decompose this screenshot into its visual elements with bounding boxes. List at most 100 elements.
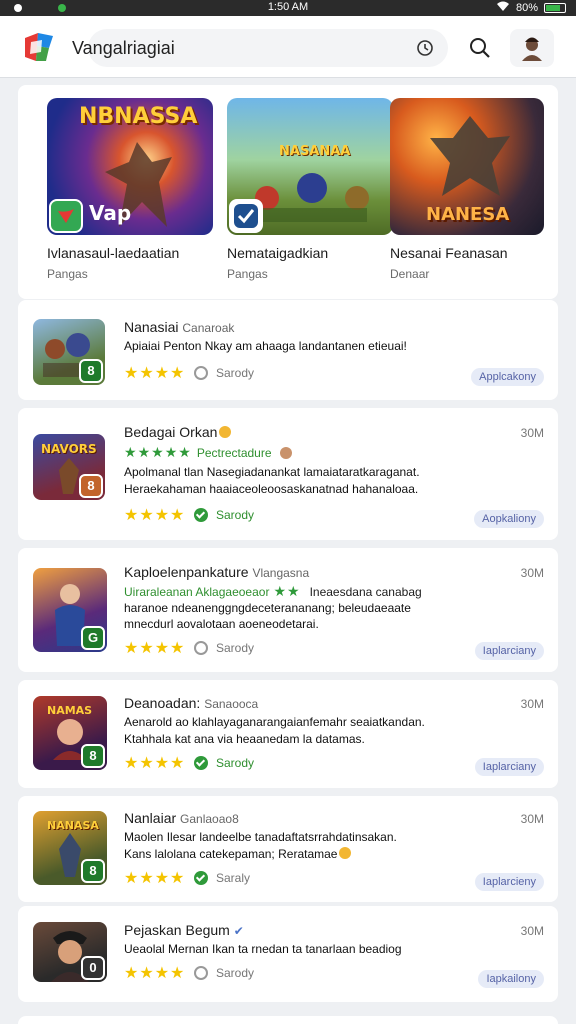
featured-card[interactable]: NANESA Nesanai Feanasan Denaar xyxy=(390,98,544,281)
category-chip[interactable]: Iapkailony xyxy=(478,970,544,988)
featured-thumb-title: NASANAA xyxy=(279,144,351,159)
rating-stars: ★ ★ ★ ★ xyxy=(124,640,185,657)
featured-card[interactable]: NBNASSA Vap Ivlanasaul-laedaatian Pangas xyxy=(47,98,213,281)
app-thumbnail[interactable]: 8 xyxy=(33,319,105,385)
app-badge-icon xyxy=(49,199,83,233)
app-title: Deanoadan: Sanaooca xyxy=(124,695,258,711)
emoji-icon xyxy=(279,446,292,459)
app-name: Kaploelenpankature xyxy=(124,564,249,580)
app-thumb-title: NANASA xyxy=(47,819,99,832)
subtitle-row: ★ ★ ★ ★ ★ Pectrectadure xyxy=(124,444,292,461)
featured-title: Ivlanasaul-laedaatian xyxy=(47,245,180,261)
wifi-icon xyxy=(496,1,510,15)
featured-card[interactable]: NASANAA Nemataigadkian Pangas xyxy=(227,98,393,281)
status-label: Sarody xyxy=(216,966,255,980)
status-label: Saraly xyxy=(216,871,251,885)
featured-subtitle: Denaar xyxy=(390,267,430,281)
category-chip[interactable]: Applcakony xyxy=(471,368,544,386)
list-item[interactable]: NANASA 8 Nanlaiar Ganlaoao8 30M Maolen I… xyxy=(18,796,558,902)
app-size: 30M xyxy=(520,566,544,580)
app-badge: 8 xyxy=(81,859,105,883)
app-thumbnail[interactable]: NAMAS 8 xyxy=(33,696,107,770)
app-badge: G xyxy=(81,626,105,650)
app-size: 30M xyxy=(520,697,544,711)
app-title: Pejaskan Begum ✔ xyxy=(124,922,244,938)
status-time: 1:50 AM xyxy=(267,1,309,13)
status-circle-icon xyxy=(194,966,208,980)
subtitle-row: Uiraraleanan Aklagaeoeaor ★ ★ Ineaesdana … xyxy=(124,583,422,600)
rating-stars: ★ ★ ★ ★ xyxy=(124,365,185,382)
category-chip[interactable]: Aopkaliony xyxy=(474,510,544,528)
featured-thumbnail[interactable]: NANESA xyxy=(390,98,544,235)
app-name: Bedagai Orkan xyxy=(124,424,218,440)
app-logo-icon[interactable] xyxy=(22,30,56,64)
list-item[interactable]: 0 Pejaskan Begum ✔ 30M Ueaolal Mernan Ik… xyxy=(18,906,558,1002)
featured-overlay-text: Vap xyxy=(89,201,132,225)
featured-title: Nemataigadkian xyxy=(227,245,329,261)
app-title: Kaploelenpankature Vlangasna xyxy=(124,564,309,580)
battery-icon xyxy=(544,3,566,13)
featured-subtitle: Pangas xyxy=(47,267,88,281)
app-bar: Vangalriagiai xyxy=(0,16,576,78)
history-icon[interactable] xyxy=(416,39,434,57)
app-tagline: Pectrectadure xyxy=(196,445,272,460)
app-badge: 8 xyxy=(79,474,103,498)
app-name: Nanlaiar xyxy=(124,810,177,826)
app-thumbnail[interactable]: 0 xyxy=(33,922,107,982)
app-size: 30M xyxy=(520,924,544,938)
search-input[interactable]: Vangalriagiai xyxy=(72,38,175,59)
app-title: Nanasiai Canaroak xyxy=(124,319,234,335)
emoji-icon xyxy=(219,426,232,438)
app-badge: 0 xyxy=(81,956,105,980)
rating-stars: ★ ★ ★ ★ xyxy=(124,870,185,887)
app-size: 30M xyxy=(520,426,544,440)
featured-title: Nesanai Feanasan xyxy=(390,245,508,261)
app-name: Deanoadan: xyxy=(124,695,201,711)
rating-stars: ★ ★ xyxy=(273,583,300,599)
category-chip[interactable]: Iaplarciany xyxy=(474,642,544,660)
emoji-icon xyxy=(339,847,352,859)
app-description: Kans lalolana catekepaman; Reratamae xyxy=(124,846,472,862)
status-label: Sarody xyxy=(216,508,255,522)
app-description: Ineaesdana canabag xyxy=(309,584,422,599)
category-chip[interactable]: Iaplarcieny xyxy=(474,873,544,891)
app-description: Apolmanal tlan Nasegiadanankat lamaiatar… xyxy=(124,465,420,479)
list-item[interactable]: 8 Nanasiai Canaroak Apiaiai Penton Nkay … xyxy=(18,300,558,400)
app-thumbnail[interactable]: NANASA 8 xyxy=(33,811,107,885)
status-circle-icon xyxy=(194,366,208,380)
app-name: Nanasiai xyxy=(124,319,179,335)
app-thumbnail[interactable]: G xyxy=(33,568,107,652)
app-description: Heraekahaman haaiaceoleoosaskanatnad hah… xyxy=(124,482,419,496)
featured-subtitle: Pangas xyxy=(227,267,268,281)
avatar[interactable] xyxy=(510,29,554,67)
status-label: Sarody xyxy=(216,641,255,655)
featured-thumb-title: NBNASSA xyxy=(79,104,198,129)
featured-thumb-title: NANESA xyxy=(426,204,510,225)
app-description: Aenarold ao klahlayaganarangaianfemahr s… xyxy=(124,715,425,729)
app-thumb-title: NAMAS xyxy=(47,704,93,717)
app-description: mnecdurl aovalotaan aoeneodetarai. xyxy=(124,617,319,631)
category-chip[interactable]: Iaplarciany xyxy=(474,758,544,776)
app-description: Ktahhala kat ana via heaanedam la datama… xyxy=(124,732,365,746)
app-badge: 8 xyxy=(79,359,103,383)
status-label: Sarody xyxy=(216,756,255,770)
app-description: haranoe ndeanenggngdeceterananang; beleu… xyxy=(124,601,411,615)
list-item[interactable]: NAMAS 8 Deanoadan: Sanaooca 30M Aenarold… xyxy=(18,680,558,788)
list-item[interactable]: NAVORS 8 Bedagai Orkan 30M ★ ★ ★ ★ ★ Pectrec… xyxy=(18,408,558,540)
search-icon[interactable] xyxy=(468,36,492,60)
app-description-line: Kans lalolana catekepaman; Reratamae xyxy=(124,847,338,861)
battery-percent: 80% xyxy=(515,2,538,14)
list-item[interactable]: G Kaploelenpankature Vlangasna 30M Uirar… xyxy=(18,548,558,672)
app-thumb-title: NAVORS xyxy=(41,442,97,456)
rating-stars: ★ ★ ★ ★ xyxy=(124,965,185,982)
app-badge: 8 xyxy=(81,744,105,768)
app-title: Bedagai Orkan xyxy=(124,424,232,440)
featured-thumbnail[interactable]: NASANAA xyxy=(227,98,393,235)
featured-thumbnail[interactable]: NBNASSA Vap xyxy=(47,98,213,235)
app-thumbnail[interactable]: NAVORS 8 xyxy=(33,434,105,500)
search-bar[interactable]: Vangalriagiai xyxy=(72,29,448,67)
status-circle-icon xyxy=(194,641,208,655)
list-item[interactable] xyxy=(18,1016,558,1024)
app-size: 30M xyxy=(520,812,544,826)
app-title: Nanlaiar Ganlaoao8 xyxy=(124,810,239,826)
